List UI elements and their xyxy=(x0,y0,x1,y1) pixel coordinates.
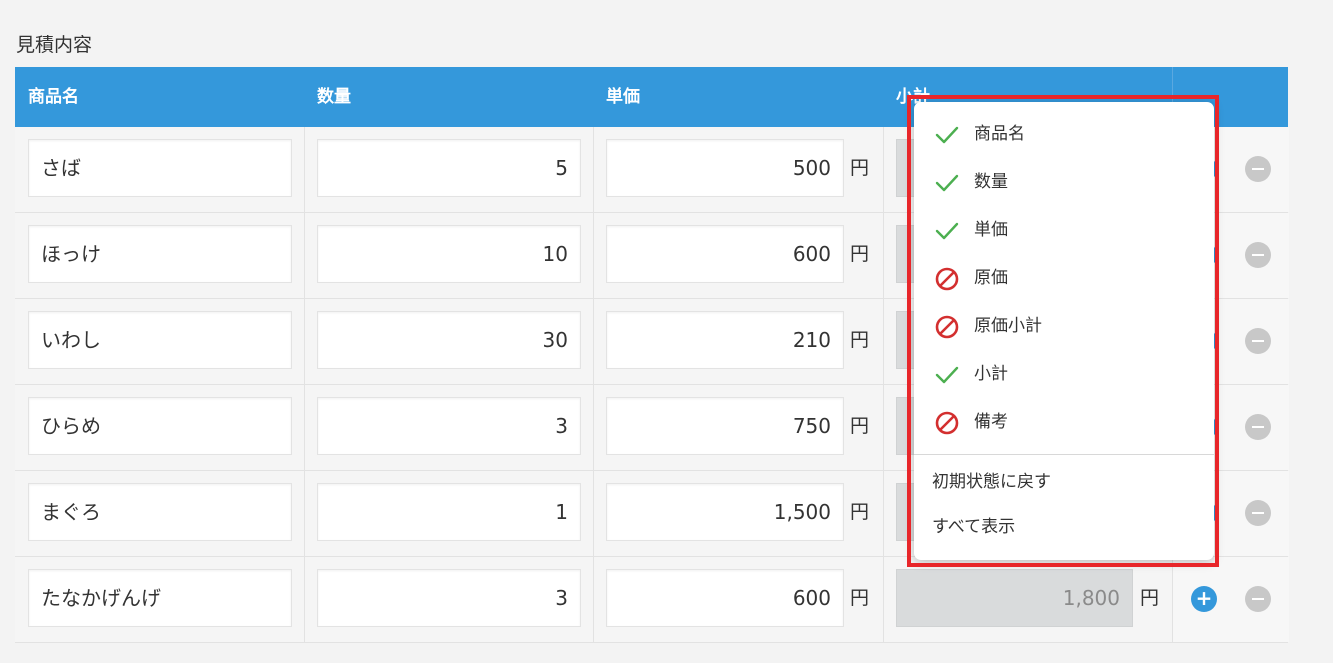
product-name-input[interactable]: さば xyxy=(28,139,292,197)
remove-row-button[interactable] xyxy=(1245,328,1271,354)
column-divider xyxy=(883,471,884,556)
currency-unit: 円 xyxy=(850,587,870,609)
subtotal-field: 1,800 xyxy=(896,569,1133,627)
column-divider xyxy=(304,299,305,384)
column-divider xyxy=(593,299,594,384)
quantity-input[interactable]: 3 xyxy=(317,397,581,455)
currency-unit: 円 xyxy=(1140,587,1160,609)
remove-row-button[interactable] xyxy=(1245,414,1271,440)
column-divider xyxy=(304,385,305,470)
column-divider xyxy=(883,557,884,642)
column-divider xyxy=(593,557,594,642)
column-divider xyxy=(883,385,884,470)
unit-price-input[interactable]: 1,500 xyxy=(606,483,844,541)
column-divider xyxy=(304,127,305,212)
column-divider xyxy=(883,213,884,298)
quantity-input[interactable]: 1 xyxy=(317,483,581,541)
unit-price-input[interactable]: 600 xyxy=(606,225,844,283)
quantity-input[interactable]: 3 xyxy=(317,569,581,627)
header-product: 商品名 xyxy=(28,87,79,107)
remove-row-button[interactable] xyxy=(1245,586,1271,612)
currency-unit: 円 xyxy=(850,329,870,351)
currency-unit: 円 xyxy=(850,243,870,265)
product-name-input[interactable]: ひらめ xyxy=(28,397,292,455)
quantity-input[interactable]: 5 xyxy=(317,139,581,197)
currency-unit: 円 xyxy=(850,157,870,179)
row-actions: + xyxy=(1172,557,1289,642)
product-name-input[interactable]: ほっけ xyxy=(28,225,292,283)
table-row: たなかげんげ 3 600 円 1,800 円 + xyxy=(15,557,1289,643)
section-title: 見積内容 xyxy=(16,34,93,56)
product-name-input[interactable]: いわし xyxy=(28,311,292,369)
unit-price-input[interactable]: 750 xyxy=(606,397,844,455)
highlight-box xyxy=(907,95,1219,567)
quantity-input[interactable]: 30 xyxy=(317,311,581,369)
unit-price-input[interactable]: 500 xyxy=(606,139,844,197)
unit-price-input[interactable]: 600 xyxy=(606,569,844,627)
column-divider xyxy=(304,557,305,642)
column-divider xyxy=(593,127,594,212)
header-unit-price: 単価 xyxy=(606,87,640,107)
unit-price-input[interactable]: 210 xyxy=(606,311,844,369)
column-divider xyxy=(304,213,305,298)
column-divider xyxy=(593,385,594,470)
remove-row-button[interactable] xyxy=(1245,242,1271,268)
column-divider xyxy=(883,127,884,212)
product-name-input[interactable]: たなかげんげ xyxy=(28,569,292,627)
currency-unit: 円 xyxy=(850,501,870,523)
column-divider xyxy=(883,299,884,384)
add-row-button[interactable]: + xyxy=(1191,586,1217,612)
product-name-input[interactable]: まぐろ xyxy=(28,483,292,541)
column-divider xyxy=(304,471,305,556)
remove-row-button[interactable] xyxy=(1245,500,1271,526)
header-quantity: 数量 xyxy=(317,87,351,107)
currency-unit: 円 xyxy=(850,415,870,437)
column-divider xyxy=(593,213,594,298)
quantity-input[interactable]: 10 xyxy=(317,225,581,283)
remove-row-button[interactable] xyxy=(1245,156,1271,182)
column-divider xyxy=(593,471,594,556)
